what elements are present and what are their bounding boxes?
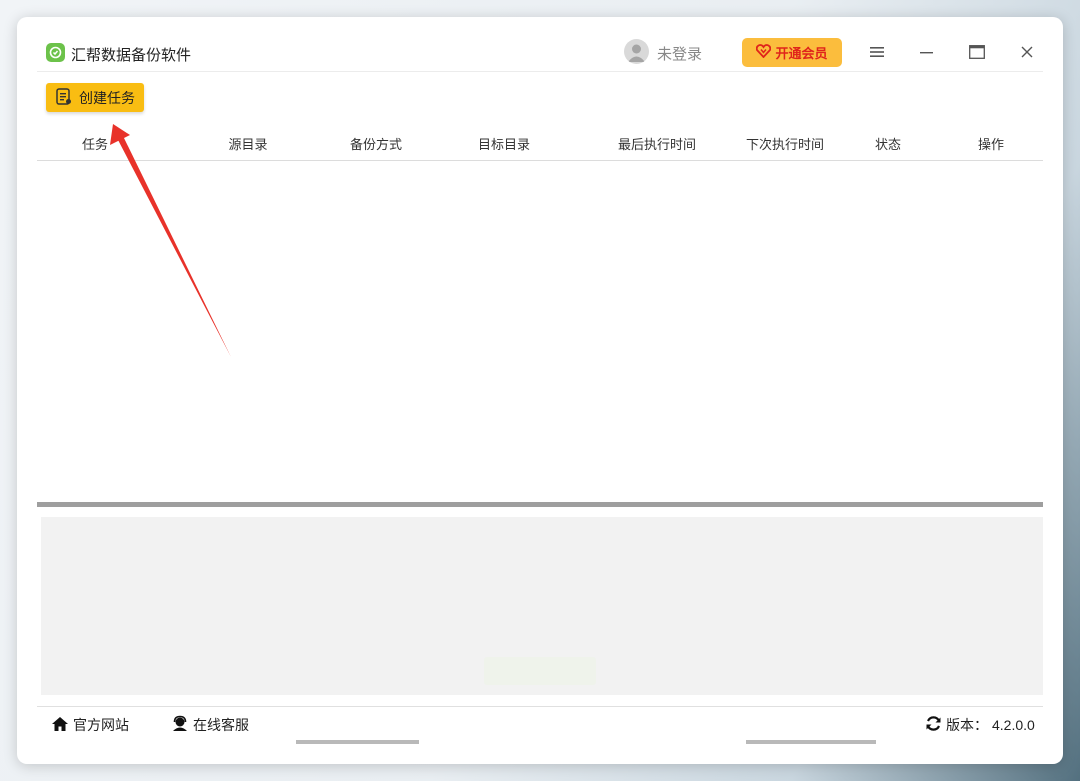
vip-button[interactable]: 开通会员 — [742, 38, 842, 67]
create-task-button[interactable]: 创建任务 — [46, 83, 144, 112]
version-value: 4.2.0.0 — [992, 717, 1035, 733]
column-header-backup-method[interactable]: 备份方式 — [350, 134, 402, 153]
column-header-target[interactable]: 目标目录 — [478, 134, 530, 153]
footer-divider — [37, 706, 1043, 707]
footer-decor-strip — [746, 740, 876, 744]
footer-decor-strip — [296, 740, 419, 744]
app-title: 汇帮数据备份软件 — [71, 47, 192, 64]
column-header-status[interactable]: 状态 — [875, 134, 901, 153]
task-list-icon — [55, 87, 72, 108]
refresh-icon — [925, 715, 942, 735]
online-support-label: 在线客服 — [193, 717, 249, 733]
official-website-link[interactable]: 官方网站 — [51, 715, 129, 735]
column-header-task[interactable]: 任务 — [82, 134, 108, 153]
official-website-label: 官方网站 — [73, 717, 129, 733]
maximize-icon[interactable] — [967, 42, 987, 62]
create-task-label: 创建任务 — [79, 89, 135, 106]
faded-overlay — [484, 657, 596, 685]
vip-button-label: 开通会员 — [775, 46, 828, 61]
panel-splitter[interactable] — [37, 502, 1043, 507]
close-icon[interactable] — [1017, 42, 1037, 62]
app-window: 汇帮数据备份软件 未登录 开通会员 创建任务 任务 源目录 备份方式 目标目录 … — [17, 17, 1063, 764]
log-panel — [41, 517, 1043, 695]
task-table-header: 任务 源目录 备份方式 目标目录 最后执行时间 下次执行时间 状态 操作 — [37, 127, 1043, 161]
heart-diamond-icon — [756, 44, 772, 61]
task-table-body — [37, 162, 1043, 502]
customer-service-icon — [171, 715, 189, 735]
version-info[interactable]: 版本： 4.2.0.0 — [925, 715, 1035, 735]
home-icon — [51, 716, 69, 735]
login-status[interactable]: 未登录 — [657, 43, 702, 64]
column-header-next-run[interactable]: 下次执行时间 — [746, 134, 824, 153]
column-header-source[interactable]: 源目录 — [228, 134, 267, 153]
minimize-icon[interactable] — [917, 42, 937, 62]
online-support-link[interactable]: 在线客服 — [171, 715, 249, 735]
app-logo-icon — [46, 43, 65, 62]
column-header-last-run[interactable]: 最后执行时间 — [618, 134, 696, 153]
title-divider — [37, 71, 1043, 72]
menu-icon[interactable] — [867, 42, 887, 62]
title-bar: 汇帮数据备份软件 未登录 开通会员 — [17, 17, 1063, 73]
user-avatar-icon[interactable] — [624, 39, 649, 64]
version-label: 版本： — [946, 717, 988, 733]
column-header-actions[interactable]: 操作 — [978, 134, 1004, 153]
